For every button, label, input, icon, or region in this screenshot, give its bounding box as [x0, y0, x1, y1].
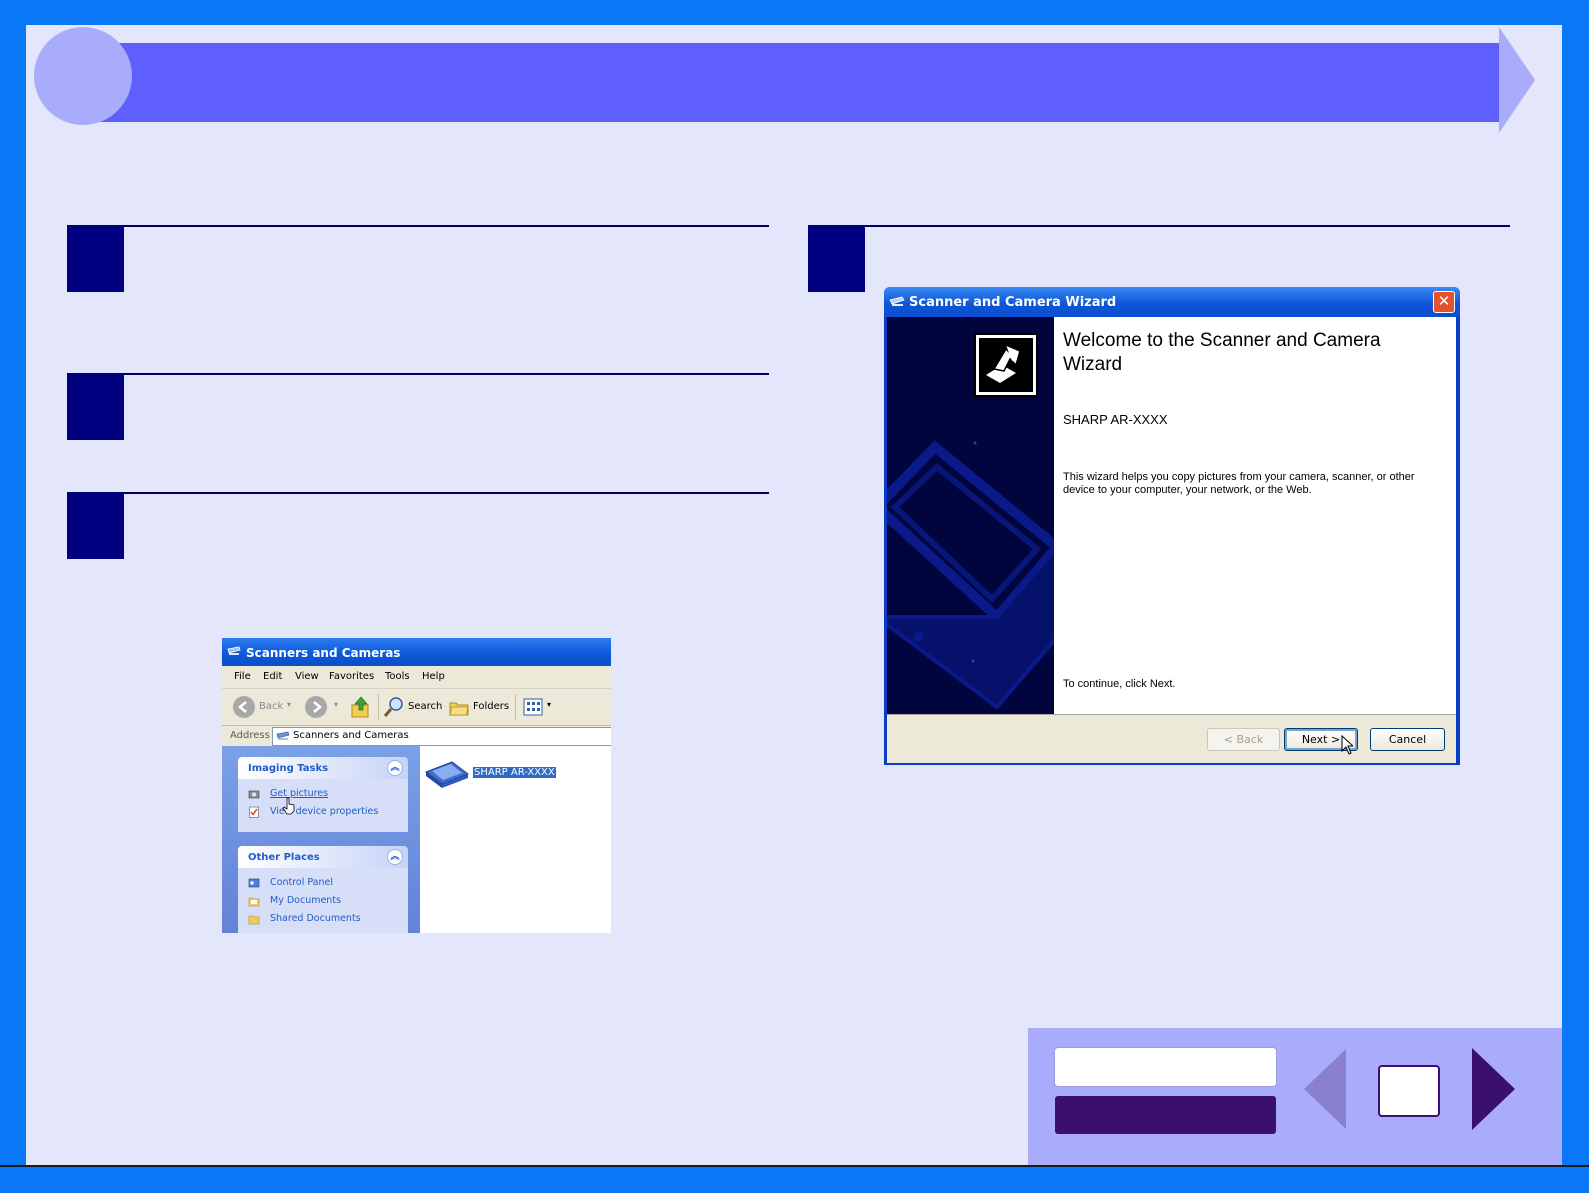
file-view: SHARP AR-XXXX — [420, 746, 611, 933]
wizard-description: This wizard helps you copy pictures from… — [1063, 471, 1415, 496]
manual-page: Scanners and Cameras File Edit View Favo… — [26, 25, 1562, 1165]
explorer-title-bar: Scanners and Cameras — [222, 638, 611, 666]
toolbar-separator-2 — [515, 694, 516, 720]
scanners-cameras-window: Scanners and Cameras File Edit View Favo… — [222, 638, 611, 933]
wizard-side-banner — [887, 317, 1054, 714]
collapse-chevron-icon[interactable]: ︽ — [387, 849, 403, 865]
index-button[interactable] — [1055, 1096, 1276, 1134]
menu-tools[interactable]: Tools — [385, 671, 410, 682]
explorer-title: Scanners and Cameras — [246, 646, 401, 660]
forward-arrow-icon[interactable] — [305, 696, 327, 718]
back-arrow-icon[interactable] — [233, 696, 255, 718]
camera-icon — [248, 790, 260, 799]
wizard-title-bar: Scanner and Camera Wizard ✕ — [884, 287, 1460, 317]
back-dropdown-icon[interactable]: ▾ — [287, 700, 291, 709]
address-value: Scanners and Cameras — [293, 730, 409, 741]
device-label[interactable]: SHARP AR-XXXX — [473, 767, 556, 778]
wizard-scanner-icon — [889, 296, 905, 306]
folders-button-label[interactable]: Folders — [473, 701, 509, 712]
wizard-heading: Welcome to the Scanner and Camera Wizard — [1063, 330, 1381, 375]
imaging-tasks-title: Imaging Tasks — [248, 763, 329, 774]
get-pictures-label[interactable]: Get pictures — [270, 788, 328, 799]
page-title-bar — [84, 43, 1499, 122]
bottom-strip — [0, 1165, 1589, 1193]
previous-page-arrow-icon[interactable] — [1304, 1049, 1346, 1129]
forward-dropdown-icon[interactable]: ▾ — [334, 700, 338, 709]
step-2-marker — [67, 374, 124, 440]
address-scanner-icon — [276, 731, 290, 740]
shared-documents-label[interactable]: Shared Documents — [270, 913, 361, 924]
menu-view[interactable]: View — [295, 671, 319, 682]
step-2-rule — [67, 373, 769, 375]
step-1-marker — [67, 226, 124, 292]
control-panel-label[interactable]: Control Panel — [270, 877, 333, 888]
control-panel-icon — [248, 878, 260, 888]
up-folder-icon[interactable] — [350, 695, 372, 719]
task-pane: Imaging Tasks ︽ Get pictures View device… — [222, 746, 420, 933]
wizard-logo-icon — [974, 333, 1038, 397]
step-3-rule — [67, 492, 769, 494]
properties-icon — [249, 806, 259, 818]
views-dropdown-icon[interactable]: ▾ — [547, 700, 551, 709]
imaging-tasks-body: Get pictures View device properties — [238, 779, 408, 832]
title-circle-decoration — [34, 27, 132, 125]
views-icon[interactable] — [523, 697, 545, 717]
search-button-label[interactable]: Search — [408, 701, 442, 712]
contents-button[interactable] — [1054, 1047, 1277, 1087]
menu-help[interactable]: Help — [422, 671, 445, 682]
scanner-camera-wizard: Scanner and Camera Wizard ✕ Welcome to t… — [884, 287, 1460, 765]
shared-documents-icon — [248, 915, 260, 925]
title-arrow-decoration — [1499, 27, 1535, 133]
toolbar: Back ▾ ▾ Search Folders ▾ — [222, 689, 611, 726]
menu-favorites[interactable]: Favorites — [329, 671, 374, 682]
menu-bar: File Edit View Favorites Tools Help — [222, 666, 611, 689]
close-icon[interactable]: ✕ — [1433, 291, 1455, 313]
folders-icon[interactable] — [449, 697, 469, 717]
step-1-rule — [67, 225, 769, 227]
page-number-box — [1378, 1065, 1440, 1117]
menu-file[interactable]: File — [234, 671, 251, 682]
arrow-cursor-icon — [1341, 735, 1353, 755]
collapse-chevron-icon[interactable]: ︽ — [387, 760, 403, 776]
address-label: Address — [230, 730, 270, 741]
next-page-arrow-icon[interactable] — [1472, 1048, 1515, 1130]
back-button[interactable]: < Back — [1207, 728, 1280, 751]
cancel-button[interactable]: Cancel — [1370, 728, 1445, 751]
scanner-icon — [227, 646, 241, 655]
wizard-continue-text: To continue, click Next. — [1063, 678, 1176, 690]
address-field[interactable]: Scanners and Cameras — [272, 727, 611, 746]
address-bar: Address Scanners and Cameras — [222, 726, 611, 746]
wizard-title: Scanner and Camera Wizard — [909, 295, 1117, 310]
toolbar-separator — [378, 694, 379, 720]
step-4-rule — [808, 225, 1510, 227]
hand-cursor-icon — [282, 797, 295, 815]
other-places-title: Other Places — [248, 852, 320, 863]
search-icon[interactable] — [383, 696, 404, 718]
my-documents-icon — [248, 897, 260, 907]
imaging-tasks-header[interactable]: Imaging Tasks ︽ — [238, 757, 408, 779]
menu-edit[interactable]: Edit — [263, 671, 282, 682]
wizard-device-name: SHARP AR-XXXX — [1063, 412, 1168, 427]
sharp-scanner-device-icon[interactable] — [424, 756, 470, 790]
wizard-button-bar: < Back Next > Cancel — [887, 714, 1456, 763]
step-3-marker — [67, 493, 124, 559]
step-4-marker — [808, 226, 865, 292]
my-documents-label[interactable]: My Documents — [270, 895, 341, 906]
other-places-body: Control Panel My Documents Shared Docume… — [238, 868, 408, 933]
back-button-label[interactable]: Back — [259, 701, 283, 712]
wizard-content: Welcome to the Scanner and Camera Wizard… — [1054, 317, 1456, 714]
other-places-header[interactable]: Other Places ︽ — [238, 846, 408, 868]
